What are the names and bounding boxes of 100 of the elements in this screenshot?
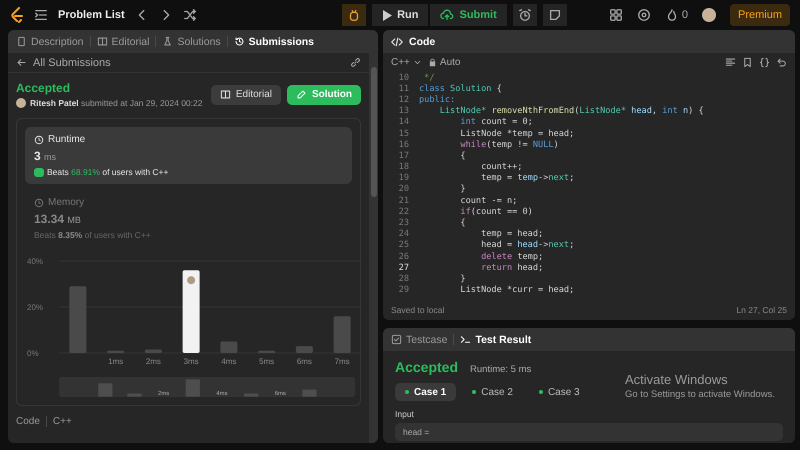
- code-line: ListNode *curr = head;: [459, 285, 574, 296]
- reset-button[interactable]: [776, 56, 787, 68]
- panel-tab[interactable]: Test Result: [460, 334, 532, 346]
- code-line: }: [459, 274, 466, 284]
- metric-value: 3 ms: [34, 149, 58, 163]
- alarm-clock-icon: [518, 8, 532, 22]
- code-line: count++;: [480, 162, 522, 172]
- code-line: count -= n;: [459, 196, 518, 206]
- line-number: 23: [398, 218, 410, 228]
- navigator-bar: [186, 380, 200, 397]
- line-number: 18: [398, 162, 410, 172]
- user-avatar: [16, 98, 26, 108]
- line-number: 14: [398, 117, 410, 128]
- flask-icon: [162, 36, 174, 47]
- code-line: head = head->next;: [480, 240, 574, 250]
- bookmark-button[interactable]: [742, 56, 753, 68]
- cloud-upload-icon: [440, 8, 454, 22]
- timer-button[interactable]: [512, 4, 537, 26]
- line-number: 25: [398, 240, 410, 250]
- logo-icon[interactable]: [10, 7, 24, 23]
- streak-count[interactable]: 0: [682, 9, 688, 21]
- submit-button[interactable]: Submit: [430, 4, 507, 26]
- premium-button[interactable]: Premium: [730, 4, 790, 26]
- axis-category-label: 7ms: [334, 357, 350, 366]
- notes-button[interactable]: [542, 4, 567, 26]
- metric-card[interactable]: Runtime 3 ms Beats 68.91% of users with C++: [25, 127, 352, 184]
- line-number: 16: [398, 140, 410, 150]
- bookmark-icon: [742, 56, 753, 68]
- all-submissions-link[interactable]: All Submissions: [33, 56, 344, 68]
- panel-tab[interactable]: Submissions: [234, 36, 314, 48]
- line-number: 26: [398, 252, 410, 262]
- line-number: 19: [398, 173, 410, 184]
- line-number: 29: [398, 285, 410, 296]
- problem-list-icon[interactable]: [34, 8, 48, 22]
- metric-title: Memory: [48, 197, 84, 208]
- panel-tab[interactable]: Testcase: [391, 334, 448, 346]
- language-select[interactable]: C++: [391, 56, 422, 68]
- runtime-text: Runtime: 5 ms: [470, 364, 532, 375]
- avatar-icon: [187, 276, 196, 284]
- line-number: 10: [398, 72, 410, 83]
- code-line: temp = head;: [480, 229, 544, 240]
- axis-category-label: 1ms: [108, 357, 124, 366]
- grid-button[interactable]: [608, 8, 623, 22]
- code-line: */: [423, 72, 435, 83]
- navigator-bar: [98, 384, 112, 397]
- settings-button[interactable]: [636, 8, 651, 22]
- panel-tab[interactable]: Description: [16, 36, 84, 48]
- axis-category-label: 4ms: [221, 357, 236, 366]
- input-label: Input: [395, 409, 415, 419]
- code-line: if(count == 0): [459, 206, 533, 217]
- save-status: Saved to local: [391, 305, 444, 315]
- metric-title: Runtime: [48, 134, 86, 145]
- axis-category-label: 3ms: [184, 357, 199, 366]
- debug-button[interactable]: [342, 4, 366, 26]
- axis-category-label: 5ms: [259, 357, 274, 366]
- lock-icon: [428, 58, 437, 66]
- footer-label: Code: [16, 416, 40, 427]
- code-line: class Solution {: [419, 84, 502, 94]
- code-line: delete temp;: [480, 252, 544, 262]
- line-number: 20: [398, 184, 410, 194]
- user-avatar[interactable]: [702, 8, 716, 22]
- book-icon: [96, 36, 108, 47]
- code-line: public:: [419, 94, 456, 105]
- code-panel-title: Code: [409, 36, 436, 48]
- case-tab[interactable]: Case 3: [528, 383, 590, 401]
- beats-text: Beats 68.91% of users with C++: [47, 167, 168, 177]
- terminal-icon: [460, 334, 472, 345]
- axis-tick-label: 40%: [27, 257, 44, 266]
- code-line: return head;: [480, 262, 544, 273]
- panel-tab[interactable]: Editorial: [96, 36, 150, 48]
- panel-tab[interactable]: Solutions: [162, 36, 221, 48]
- line-number: 13: [398, 106, 410, 116]
- line-number: 24: [398, 229, 410, 240]
- editorial-button[interactable]: Editorial: [210, 84, 281, 104]
- note-icon: [548, 8, 562, 22]
- scrollbar[interactable]: [369, 53, 378, 443]
- case-tab[interactable]: Case 2: [462, 383, 523, 401]
- axis-tick-label: 20%: [27, 303, 44, 312]
- line-number: 17: [398, 150, 410, 161]
- back-arrow-icon: [16, 57, 27, 68]
- braces-button[interactable]: [759, 56, 770, 68]
- line-number: 15: [398, 128, 410, 139]
- metric-value: 13.34 MB: [34, 212, 82, 226]
- document-icon: [16, 36, 27, 47]
- highlighted-bar[interactable]: [182, 270, 200, 354]
- mode-label[interactable]: Auto: [440, 56, 460, 68]
- activation-title: Activate Windows: [625, 372, 729, 387]
- shuffle-button[interactable]: [182, 8, 197, 22]
- case-tab[interactable]: Case 1: [395, 383, 456, 401]
- run-button[interactable]: Run: [372, 4, 428, 26]
- submission-info: Ritesh Patel submitted at Jan 29, 2024 00:22: [30, 98, 202, 108]
- input-field[interactable]: head =: [395, 423, 783, 441]
- problem-list-title[interactable]: Problem List: [58, 9, 125, 21]
- line-number: 12: [398, 94, 410, 105]
- metric-card[interactable]: Memory 13.34 MB Beats 8.35% of users with C++: [25, 190, 352, 248]
- code-line: {: [459, 218, 466, 228]
- code-line: ListNode *temp = head;: [459, 128, 574, 139]
- format-button[interactable]: [725, 56, 736, 68]
- code-line: ListNode* removeNthFromEnd(ListNode* head, int n) {: [438, 106, 704, 116]
- braces-icon: [759, 56, 770, 68]
